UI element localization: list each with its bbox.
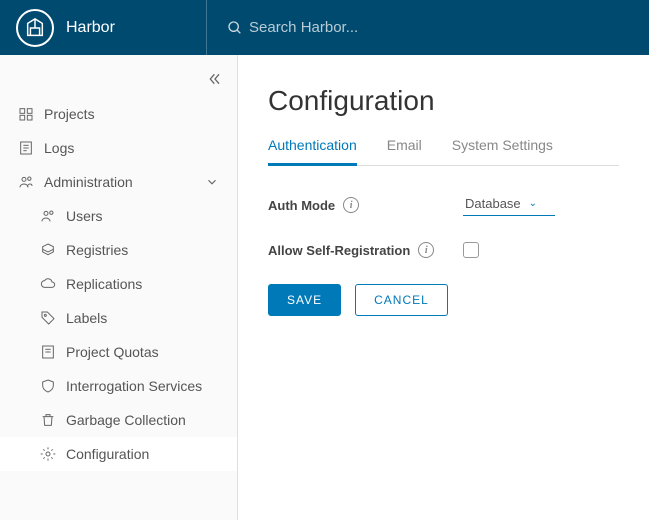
sidebar-item-label: Replications [66, 276, 142, 292]
search-input[interactable] [249, 19, 449, 36]
auth-mode-row: Auth Mode i Database ⌄ [268, 194, 619, 216]
info-icon[interactable]: i [418, 242, 434, 258]
app-name: Harbor [66, 19, 115, 37]
sidebar-item-administration[interactable]: Administration [0, 165, 237, 199]
config-tabs: Authentication Email System Settings [268, 131, 619, 166]
sidebar-item-project-quotas[interactable]: Project Quotas [0, 335, 237, 369]
sidebar-item-label: Users [66, 208, 103, 224]
tab-system-settings[interactable]: System Settings [452, 131, 553, 165]
cancel-button[interactable]: CANCEL [355, 284, 448, 316]
auth-mode-label: Auth Mode i [268, 197, 463, 213]
sidebar-item-label: Labels [66, 310, 107, 326]
trash-icon [40, 412, 56, 428]
registries-icon [40, 242, 56, 258]
sidebar: Projects Logs Administration Users Regis… [0, 55, 238, 520]
sidebar-item-garbage-collection[interactable]: Garbage Collection [0, 403, 237, 437]
sidebar-item-label: Registries [66, 242, 128, 258]
sidebar-item-label: Projects [44, 106, 95, 122]
search-icon [227, 20, 243, 36]
sidebar-item-labels[interactable]: Labels [0, 301, 237, 335]
chevron-down-icon [205, 175, 219, 189]
sidebar-item-label: Interrogation Services [66, 378, 202, 394]
auth-mode-label-text: Auth Mode [268, 198, 335, 213]
main-content: Configuration Authentication Email Syste… [238, 55, 649, 520]
self-registration-label: Allow Self-Registration i [268, 242, 463, 258]
sidebar-collapse-button[interactable] [0, 63, 237, 97]
auth-mode-select[interactable]: Database ⌄ [463, 194, 555, 216]
projects-icon [18, 106, 34, 122]
logs-icon [18, 140, 34, 156]
auth-mode-value: Database [465, 196, 521, 211]
tab-email[interactable]: Email [387, 131, 422, 165]
self-registration-checkbox[interactable] [463, 242, 479, 258]
harbor-logo-icon [16, 9, 54, 47]
gear-icon [40, 446, 56, 462]
page-title: Configuration [268, 85, 619, 117]
users-icon [40, 208, 56, 224]
sidebar-item-registries[interactable]: Registries [0, 233, 237, 267]
replications-icon [40, 276, 56, 292]
sidebar-item-label: Administration [44, 174, 133, 190]
search-wrap [206, 0, 633, 55]
sidebar-item-users[interactable]: Users [0, 199, 237, 233]
sidebar-item-label: Garbage Collection [66, 412, 186, 428]
sidebar-item-replications[interactable]: Replications [0, 267, 237, 301]
info-icon[interactable]: i [343, 197, 359, 213]
logo-block: Harbor [16, 9, 206, 47]
save-button[interactable]: SAVE [268, 284, 341, 316]
labels-icon [40, 310, 56, 326]
form-buttons: SAVE CANCEL [268, 284, 619, 316]
tab-authentication[interactable]: Authentication [268, 131, 357, 166]
shield-icon [40, 378, 56, 394]
sidebar-item-label: Logs [44, 140, 74, 156]
sidebar-item-projects[interactable]: Projects [0, 97, 237, 131]
self-registration-label-text: Allow Self-Registration [268, 243, 410, 258]
sidebar-item-label: Configuration [66, 446, 149, 462]
sidebar-item-logs[interactable]: Logs [0, 131, 237, 165]
sidebar-item-label: Project Quotas [66, 344, 159, 360]
sidebar-item-interrogation-services[interactable]: Interrogation Services [0, 369, 237, 403]
project-quotas-icon [40, 344, 56, 360]
administration-icon [18, 174, 34, 190]
self-registration-row: Allow Self-Registration i [268, 242, 619, 258]
sidebar-item-configuration[interactable]: Configuration [0, 437, 237, 471]
app-header: Harbor [0, 0, 649, 55]
chevron-down-icon: ⌄ [529, 198, 537, 209]
